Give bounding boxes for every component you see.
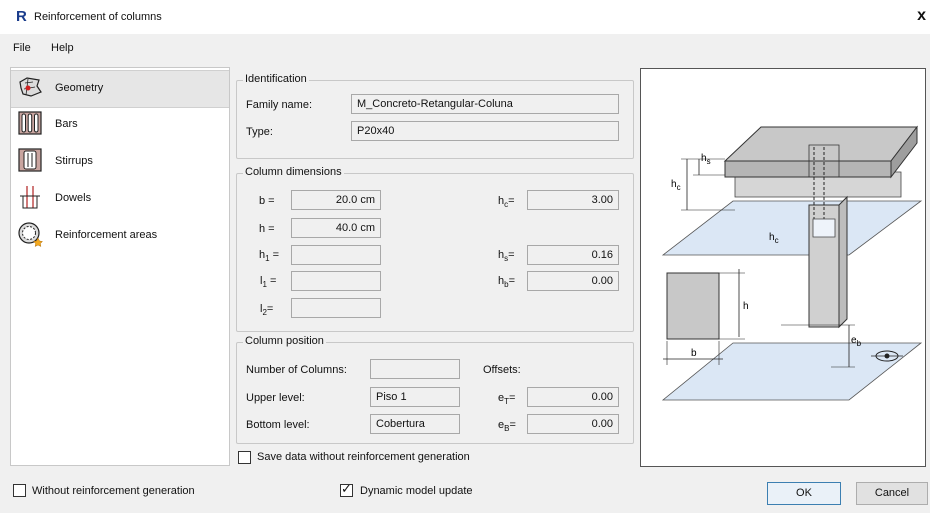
column-section-marker <box>812 218 836 238</box>
b-label: b = <box>259 195 275 207</box>
dowels-icon <box>20 186 40 209</box>
column-position-legend: Column position <box>243 335 326 347</box>
dynamic-update-label: Dynamic model update <box>360 485 473 497</box>
sidebar-nav: Geometry Bars Stirrups Dowels Reinforcem… <box>10 67 230 466</box>
column-dimensions-legend: Column dimensions <box>243 166 344 178</box>
hb-field[interactable]: 0.00 <box>527 271 619 291</box>
without-generation-label: Without reinforcement generation <box>32 485 195 497</box>
save-without-generation-label: Save data without reinforcement generati… <box>257 451 470 463</box>
bars-icon <box>18 111 42 135</box>
column-geometry-diagram: hs hc hc h b eb <box>661 125 923 401</box>
hs-label: hs= <box>498 249 515 263</box>
without-generation-checkbox[interactable] <box>13 484 26 497</box>
et-label: eT= <box>498 392 516 406</box>
h-label: h = <box>259 223 275 235</box>
family-name-field[interactable]: M_Concreto-Retangular-Coluna <box>351 94 619 114</box>
l2-field[interactable] <box>291 298 381 318</box>
identification-legend: Identification <box>243 73 309 85</box>
b-field[interactable]: 20.0 cm <box>291 190 381 210</box>
sidebar-item-label: Dowels <box>55 192 92 204</box>
sidebar-item-reinforcement-areas[interactable]: Reinforcement areas <box>11 218 229 254</box>
sidebar-item-label: Stirrups <box>55 155 93 167</box>
l1-field[interactable] <box>291 271 381 291</box>
column-side <box>838 195 848 329</box>
et-field[interactable]: 0.00 <box>527 387 619 407</box>
identification-group: Identification Family name: M_Concreto-R… <box>236 73 634 159</box>
menu-help[interactable]: Help <box>51 42 74 54</box>
app-logo-icon: R <box>16 8 27 25</box>
cancel-button[interactable]: Cancel <box>856 482 928 505</box>
offsets-label: Offsets: <box>483 364 521 376</box>
menu-bar: File Help <box>0 38 930 58</box>
sidebar-item-geometry[interactable]: Geometry <box>11 70 229 108</box>
menu-file[interactable]: File <box>13 42 31 54</box>
column-position-group: Column position Number of Columns: Offse… <box>236 335 634 444</box>
sidebar-item-label: Reinforcement areas <box>55 229 158 241</box>
stirrups-icon <box>18 148 42 172</box>
save-without-generation-checkbox[interactable] <box>238 451 251 464</box>
h-field[interactable]: 40.0 cm <box>291 218 381 238</box>
diagram-h-label: h <box>743 301 749 312</box>
dialog-window: R Reinforcement of columns x File Help G… <box>0 0 930 513</box>
hs-field[interactable]: 0.16 <box>527 245 619 265</box>
sidebar-item-dowels[interactable]: Dowels <box>11 181 229 217</box>
type-label: Type: <box>246 126 273 138</box>
family-name-label: Family name: <box>246 99 313 111</box>
section-rectangle <box>666 272 720 340</box>
hc-label: hc= <box>498 195 515 209</box>
sidebar-item-bars[interactable]: Bars <box>11 107 229 143</box>
h1-label: h1 = <box>259 249 280 263</box>
hc-field[interactable]: 3.00 <box>527 190 619 210</box>
number-of-columns-label: Number of Columns: <box>246 364 347 376</box>
sidebar-item-label: Geometry <box>55 82 104 94</box>
reinforcement-areas-icon <box>18 222 43 247</box>
ok-button[interactable]: OK <box>767 482 841 505</box>
h1-field[interactable] <box>291 245 381 265</box>
bottom-level-field[interactable]: Cobertura <box>370 414 460 434</box>
diagram-hc-label: hc <box>671 179 681 192</box>
bottom-level-label: Bottom level: <box>246 419 310 431</box>
l2-label: l2= <box>260 303 274 317</box>
column-diagram: hs hc hc h b eb <box>640 68 926 467</box>
eb-field[interactable]: 0.00 <box>527 414 619 434</box>
l1-label: l1 = <box>260 275 277 289</box>
upper-level-label: Upper level: <box>246 392 305 404</box>
middle-plane <box>661 200 923 256</box>
diagram-b-label: b <box>691 348 697 359</box>
cap-top <box>723 126 919 162</box>
upper-level-field[interactable]: Piso 1 <box>370 387 460 407</box>
geometry-icon <box>19 77 42 97</box>
diagram-hs-label: hs <box>701 153 711 166</box>
type-field[interactable]: P20x40 <box>351 121 619 141</box>
hb-label: hb= <box>498 275 516 289</box>
dynamic-update-checkbox[interactable]: ✓ <box>340 481 353 497</box>
checkmark-icon: ✓ <box>341 481 352 496</box>
title-bar: R Reinforcement of columns x <box>0 0 930 34</box>
sidebar-item-label: Bars <box>55 118 78 130</box>
number-of-columns-field[interactable] <box>370 359 460 379</box>
eb-label: eB= <box>498 419 516 433</box>
cap-front <box>724 160 892 178</box>
close-button[interactable]: x <box>917 7 926 25</box>
sidebar-item-stirrups[interactable]: Stirrups <box>11 144 229 180</box>
column-dimensions-group: Column dimensions b = 20.0 cm h = 40.0 c… <box>236 166 634 332</box>
window-title: Reinforcement of columns <box>34 11 162 23</box>
